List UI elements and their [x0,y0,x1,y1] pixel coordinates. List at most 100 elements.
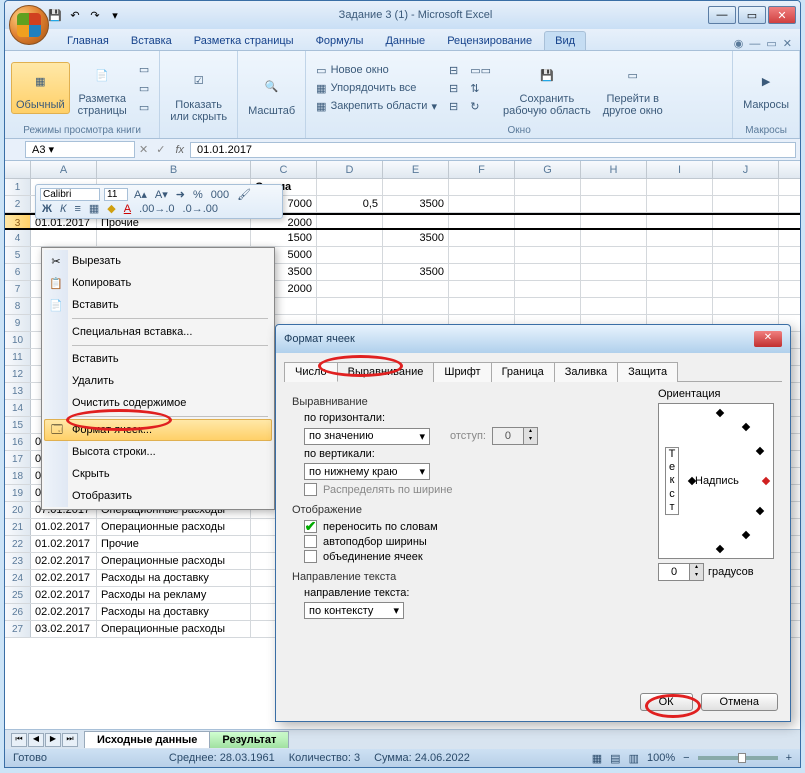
select-all-corner[interactable] [5,161,31,178]
cell[interactable] [449,264,515,280]
cell[interactable] [581,196,647,212]
cell[interactable] [317,230,383,246]
view-normal-button[interactable]: ▦ Обычный [11,62,70,114]
tab-formulas[interactable]: Формулы [306,32,374,50]
split-icon[interactable]: ⊟ [445,62,462,79]
cell[interactable] [713,230,779,246]
name-box[interactable]: A3 ▾ [25,141,135,158]
page-break-icon[interactable]: ▭ [135,61,153,78]
cell[interactable] [449,230,515,246]
row-header[interactable]: 2 [5,196,31,212]
cell[interactable]: Расходы на рекламу [97,587,251,603]
dialog-close-button[interactable]: ✕ [754,331,782,347]
cell[interactable]: 1500 [251,230,317,246]
horizontal-select[interactable]: по значению▾ [304,428,430,445]
tab-insert[interactable]: Вставка [121,32,182,50]
cell[interactable] [713,215,779,228]
cell[interactable]: Расходы на доставку [97,570,251,586]
col-header-j[interactable]: J [713,161,779,178]
cancel-button[interactable]: Отмена [701,693,778,711]
tab-data[interactable]: Данные [375,32,435,50]
cell[interactable] [581,264,647,280]
orientation-handle[interactable] [762,477,770,485]
cell[interactable] [515,281,581,297]
row-header[interactable]: 19 [5,485,31,501]
cell[interactable] [581,179,647,195]
row-header[interactable]: 1 [5,179,31,195]
dlg-tab-protection[interactable]: Защита [617,362,678,382]
custom-views-icon[interactable]: ▭ [135,80,153,97]
maximize-button[interactable]: ▭ [738,6,766,24]
sheet-tab-result[interactable]: Результат [209,731,289,748]
switch-windows-button[interactable]: ▭ Перейти в другое окно [599,57,667,119]
new-window-button[interactable]: ▭Новое окно [312,62,441,79]
merge-checkbox[interactable] [304,550,317,563]
accounting-format-icon[interactable]: ➜ [174,188,187,201]
menu-format-cells[interactable]: 🗔Формат ячеек... [44,419,272,441]
cell[interactable]: Операционные расходы [97,553,251,569]
dlg-tab-font[interactable]: Шрифт [433,362,491,382]
cell[interactable]: 0,5 [317,196,383,212]
sheet-nav-prev[interactable]: ◀ [28,733,44,747]
menu-row-height[interactable]: Высота строки... [44,441,272,463]
cell[interactable] [581,230,647,246]
vertical-select[interactable]: по нижнему краю▾ [304,463,430,480]
font-color-icon[interactable]: A [122,203,133,215]
hide-icon[interactable]: ⊟ [445,80,462,97]
menu-clear[interactable]: Очистить содержимое [44,392,272,414]
row-header[interactable]: 12 [5,366,31,382]
cell[interactable] [647,215,713,228]
cell[interactable] [713,247,779,263]
cell[interactable] [647,247,713,263]
row-header[interactable]: 6 [5,264,31,280]
cell[interactable]: 03.02.2017 [31,621,97,637]
row-header[interactable]: 7 [5,281,31,297]
increase-decimal-icon[interactable]: .0→.00 [181,203,220,215]
zoom-level[interactable]: 100% [647,752,675,764]
col-header-c[interactable]: C [251,161,317,178]
row-header[interactable]: 8 [5,298,31,314]
full-screen-icon[interactable]: ▭ [135,99,153,116]
col-header-i[interactable]: I [647,161,713,178]
col-header-e[interactable]: E [383,161,449,178]
cell[interactable] [449,281,515,297]
cell[interactable] [317,215,383,228]
row-header[interactable]: 10 [5,332,31,348]
col-header-f[interactable]: F [449,161,515,178]
cell[interactable] [713,264,779,280]
menu-unhide[interactable]: Отобразить [44,485,272,507]
spinner-down-icon[interactable]: ▾ [523,436,537,444]
cell[interactable]: 3500 [383,196,449,212]
view-normal-icon[interactable]: ▦ [592,752,602,765]
row-header[interactable]: 16 [5,434,31,450]
cell[interactable]: Расходы на доставку [97,604,251,620]
menu-paste-special[interactable]: Специальная вставка... [44,321,272,343]
cell[interactable]: Прочие [97,536,251,552]
help-icon[interactable]: ◉ [734,37,744,50]
cell[interactable]: 3500 [383,230,449,246]
qat-dropdown-icon[interactable]: ▾ [107,7,123,23]
row-header[interactable]: 5 [5,247,31,263]
row-header[interactable]: 3 [5,215,31,228]
view-layout-icon[interactable]: ▤ [610,752,620,765]
spinner-up-icon[interactable]: ▴ [689,564,703,572]
orientation-canvas[interactable]: Текст Надпись [658,403,774,559]
fill-color-icon[interactable]: ◆ [105,202,117,215]
col-header-h[interactable]: H [581,161,647,178]
comma-icon[interactable]: 000 [209,189,231,201]
cell[interactable] [383,247,449,263]
menu-paste[interactable]: 📄Вставить [44,294,272,316]
col-header-g[interactable]: G [515,161,581,178]
autofit-checkbox[interactable] [304,535,317,548]
cell[interactable] [647,298,713,314]
close-button[interactable]: ✕ [768,6,796,24]
cell[interactable] [515,196,581,212]
row-header[interactable]: 15 [5,417,31,433]
unhide-icon[interactable]: ⊟ [445,98,462,115]
row-header[interactable]: 4 [5,230,31,246]
cell[interactable] [515,298,581,314]
cell[interactable] [713,281,779,297]
dialog-titlebar[interactable]: Формат ячеек ✕ [276,325,790,353]
col-header-a[interactable]: A [31,161,97,178]
cell[interactable]: 02.02.2017 [31,604,97,620]
